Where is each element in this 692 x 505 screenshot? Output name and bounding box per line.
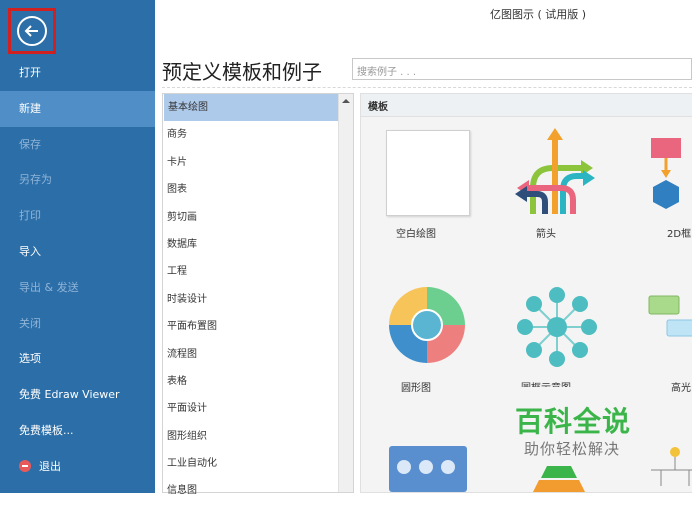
- category-item-card[interactable]: 卡片: [163, 149, 339, 176]
- category-item-fashion-design[interactable]: 时装设计: [163, 286, 339, 313]
- template-2d-box[interactable]: 2D框: [631, 94, 692, 244]
- watermark-subtitle: 助你轻松解决: [524, 440, 621, 458]
- template-circle-diagram[interactable]: 圆形图: [361, 254, 471, 399]
- category-item-floor-plan[interactable]: 平面布置图: [163, 313, 339, 340]
- template-highlight[interactable]: 高光: [631, 254, 692, 399]
- category-item-business[interactable]: 商务: [163, 121, 339, 148]
- search-input[interactable]: 搜索例子 . . .: [352, 58, 692, 80]
- divider: [162, 87, 692, 88]
- back-button[interactable]: [17, 16, 47, 46]
- template-arrows[interactable]: 箭头: [491, 94, 601, 244]
- menu-item-exit[interactable]: 退出: [0, 449, 155, 485]
- back-button-highlight: [8, 8, 56, 54]
- menu-item-save[interactable]: 保存: [0, 127, 155, 163]
- menu-item-edraw-viewer[interactable]: 免费 Edraw Viewer: [0, 377, 155, 413]
- category-item-industrial-automation[interactable]: 工业自动化: [163, 450, 339, 477]
- template-thumbnail-partial-3[interactable]: [647, 446, 692, 492]
- search-placeholder: 搜索例子 . . .: [357, 67, 417, 78]
- menu-item-close[interactable]: 关闭: [0, 306, 155, 342]
- watermark-title: 百科全说: [515, 405, 632, 438]
- window-title: 亿图图示 ( 试用版 ): [490, 8, 587, 21]
- menu-item-import[interactable]: 导入: [0, 234, 155, 270]
- category-item-flowchart[interactable]: 流程图: [163, 341, 339, 368]
- menu-item-new[interactable]: 新建: [0, 90, 155, 127]
- menu-item-export-send[interactable]: 导出 & 发送: [0, 270, 155, 306]
- scroll-up-icon[interactable]: [341, 96, 351, 106]
- template-blank-drawing[interactable]: 空白绘图: [361, 94, 471, 244]
- menu-item-save-as[interactable]: 另存为: [0, 162, 155, 198]
- menu-item-options[interactable]: 选项: [0, 341, 155, 377]
- blank-drawing-thumbnail: [386, 130, 470, 216]
- back-arrow-icon: [24, 25, 38, 37]
- category-item-basic-drawing[interactable]: 基本绘图: [164, 94, 339, 122]
- template-thumbnail-partial-1[interactable]: [389, 446, 467, 492]
- template-thumbnail-partial-2[interactable]: [529, 466, 589, 492]
- category-scrollbar[interactable]: [338, 94, 353, 492]
- file-menu: 打开 新建 保存 另存为 打印 导入 导出 & 发送 关闭 选项 免费 Edra…: [0, 55, 155, 485]
- 2d-box-thumbnail-icon: [651, 138, 681, 209]
- category-item-infographic[interactable]: 信息图: [163, 477, 339, 504]
- category-item-engineering[interactable]: 工程: [163, 258, 339, 285]
- highlight-thumbnail-icon: [648, 295, 692, 337]
- circle-diagram-thumbnail-icon: [389, 287, 465, 363]
- menu-item-print[interactable]: 打印: [0, 198, 155, 234]
- category-item-database[interactable]: 数据库: [163, 231, 339, 258]
- arrows-thumbnail-icon: [515, 128, 595, 214]
- menu-item-open[interactable]: 打开: [0, 55, 155, 91]
- category-item-chart[interactable]: 图表: [163, 176, 339, 203]
- sidebar: 打开 新建 保存 另存为 打印 导入 导出 & 发送 关闭 选项 免费 Edra…: [0, 0, 155, 493]
- category-list-panel: 基本绘图 商务 卡片 图表 剪切画 数据库 工程 时装设计 平面布置图 流程图 …: [162, 93, 354, 496]
- category-item-graphic-design[interactable]: 平面设计: [163, 395, 339, 422]
- thumbnail-dot: [397, 460, 411, 474]
- thumbnail-dot: [441, 460, 455, 474]
- page-title: 预定义模板和例子: [162, 60, 322, 84]
- category-item-table[interactable]: 表格: [163, 368, 339, 395]
- template-circle-frame-diagram[interactable]: 圆框示意图: [491, 254, 601, 399]
- circle-frame-thumbnail-icon: [517, 287, 597, 367]
- category-item-org-chart[interactable]: 图形组织: [163, 423, 339, 450]
- exit-icon: [19, 459, 31, 472]
- menu-item-free-templates[interactable]: 免费模板...: [0, 413, 155, 449]
- thumbnail-dot: [419, 460, 433, 474]
- category-item-clipart[interactable]: 剪切画: [163, 204, 339, 231]
- category-list: 基本绘图 商务 卡片 图表 剪切画 数据库 工程 时装设计 平面布置图 流程图 …: [163, 94, 339, 505]
